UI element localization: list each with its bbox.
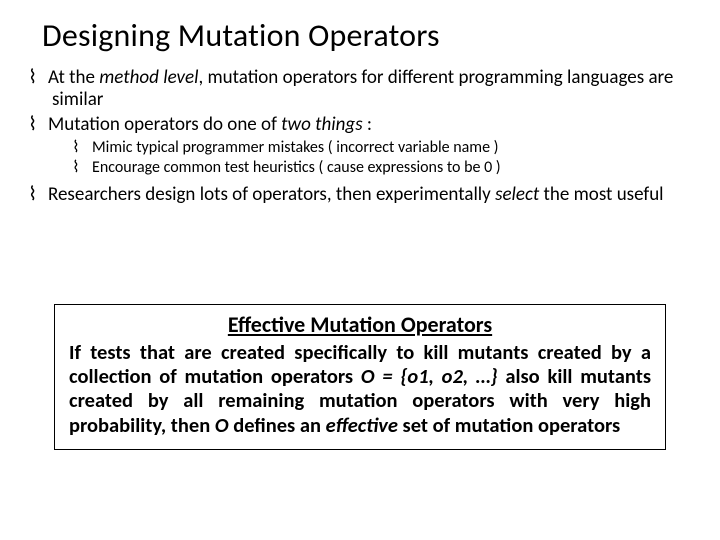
bullet-list-level2: ⌇Mimic typical programmer mistakes ( inc… (52, 138, 688, 178)
box-title: Effective Mutation Operators (69, 311, 651, 338)
list-item: ⌇Mimic typical programmer mistakes ( inc… (72, 138, 688, 158)
text-fragment-italic: method level (99, 66, 198, 89)
text-fragment: Encourage common test heuristics ( cause… (92, 158, 501, 177)
list-item: ⌇At the method level, mutation operators… (28, 67, 688, 112)
text-fragment: Mutation operators do one of (48, 113, 281, 136)
list-item: ⌇Mutation operators do one of two things… (28, 114, 688, 178)
bullet-icon: ⌇ (28, 67, 48, 89)
slide-title: Designing Mutation Operators (42, 16, 692, 55)
text-fragment-italic: O (215, 412, 229, 438)
text-fragment: the most useful (539, 183, 663, 206)
bullet-icon: ⌇ (28, 114, 48, 136)
text-fragment: set of mutation operators (398, 412, 620, 438)
text-fragment-italic: select (495, 183, 539, 206)
list-item: ⌇Researchers design lots of operators, t… (28, 184, 688, 206)
text-fragment: At the (48, 66, 99, 89)
text-fragment-italic: effective (326, 412, 398, 438)
text-fragment-italic: two things (281, 113, 362, 136)
box-body: If tests that are created specifically t… (69, 340, 651, 437)
text-fragment: Researchers design lots of operators, th… (48, 183, 495, 206)
bullet-icon: ⌇ (72, 158, 92, 178)
bullet-icon: ⌇ (72, 138, 92, 158)
text-fragment-italic: O = {o1, o2, …} (361, 363, 498, 389)
bullet-icon: ⌇ (28, 184, 48, 206)
text-fragment: defines an (229, 412, 326, 438)
definition-box: Effective Mutation Operators If tests th… (54, 304, 666, 450)
bullet-list-level1: ⌇At the method level, mutation operators… (28, 67, 692, 207)
list-item: ⌇Encourage common test heuristics ( caus… (72, 158, 688, 178)
text-fragment: : (363, 113, 372, 136)
text-fragment: Mimic typical programmer mistakes ( inco… (92, 138, 499, 157)
slide: Designing Mutation Operators ⌇At the met… (0, 0, 720, 540)
